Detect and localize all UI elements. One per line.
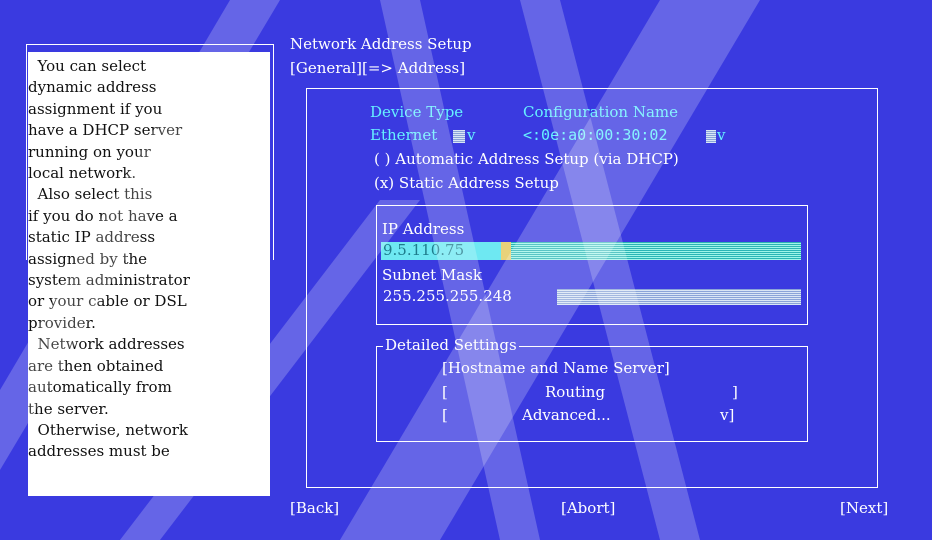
- routing-button[interactable]: [ Routing ]: [442, 383, 742, 403]
- text-cursor: [501, 242, 511, 260]
- back-button[interactable]: [Back]: [290, 499, 339, 517]
- device-type-value: Ethernet: [370, 126, 438, 144]
- ip-address-label: IP Address: [382, 220, 465, 238]
- next-button[interactable]: [Next]: [840, 499, 888, 517]
- help-panel[interactable]: You can select dynamic address assignmen…: [28, 52, 270, 496]
- ip-address-field[interactable]: 9.5.110.75: [381, 241, 801, 260]
- abort-button[interactable]: [Abort]: [561, 499, 615, 517]
- device-type-label: Device Type: [370, 103, 464, 121]
- configuration-name-value: <:0e:a0:00:30:02: [523, 126, 668, 144]
- routing-label: Routing: [545, 383, 606, 401]
- ip-address-value: 9.5.110.75: [383, 241, 465, 259]
- tab-bar[interactable]: [General][=> Address]: [290, 59, 465, 77]
- configuration-name-label: Configuration Name: [523, 103, 679, 121]
- subnet-mask-value: 255.255.255.248: [383, 287, 512, 305]
- hostname-button[interactable]: [Hostname and Name Server]: [442, 359, 670, 377]
- subnet-mask-label: Subnet Mask: [382, 266, 482, 284]
- subnet-mask-field[interactable]: 255.255.255.248: [381, 287, 801, 306]
- window-title: Network Address Setup: [290, 35, 472, 53]
- advanced-label: Advanced...: [522, 406, 611, 424]
- chevron-down-icon: v]: [720, 406, 735, 424]
- advanced-menu-button[interactable]: [ Advanced... v]: [442, 406, 752, 426]
- device-type-scroll: [453, 130, 465, 143]
- detailed-settings-title: Detailed Settings: [383, 336, 519, 354]
- chevron-down-icon: v: [717, 126, 726, 144]
- yast-screen: You can select dynamic address assignmen…: [0, 0, 932, 540]
- configuration-name-scroll: [706, 130, 716, 143]
- chevron-down-icon: v: [467, 126, 476, 144]
- configuration-name-select[interactable]: <:0e:a0:00:30:02 v: [523, 126, 753, 146]
- help-text: You can select dynamic address assignmen…: [28, 57, 190, 461]
- device-type-select[interactable]: Ethernet v: [370, 126, 520, 146]
- static-radio[interactable]: (x) Static Address Setup: [374, 174, 559, 192]
- dhcp-radio[interactable]: ( ) Automatic Address Setup (via DHCP): [374, 150, 679, 168]
